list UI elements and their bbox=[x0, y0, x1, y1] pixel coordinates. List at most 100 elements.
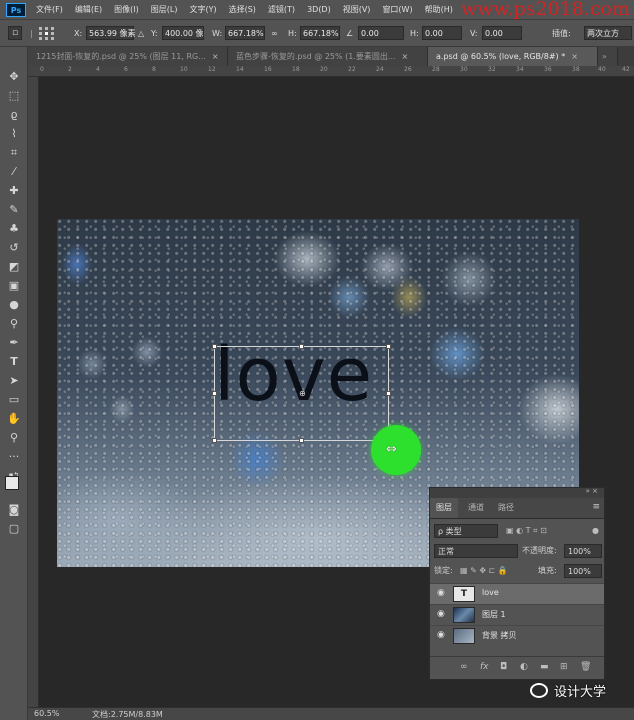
foreground-color-swatch[interactable] bbox=[5, 476, 19, 490]
vskew-field[interactable]: 0.00 bbox=[482, 26, 522, 40]
add-mask-icon[interactable]: ◘ bbox=[500, 662, 507, 672]
close-icon[interactable]: × bbox=[402, 52, 409, 61]
fill-field[interactable]: 100% bbox=[564, 564, 602, 578]
collapse-icon[interactable]: » × bbox=[586, 487, 598, 495]
zoom-tool-icon[interactable]: ⚲ bbox=[6, 430, 22, 446]
quick-mask-icon[interactable]: ◙ bbox=[6, 502, 22, 518]
ruler-tick: 2 bbox=[68, 66, 72, 73]
tab-paths[interactable]: 路径 bbox=[492, 498, 520, 518]
quick-select-tool-icon[interactable]: ⌇ bbox=[6, 126, 22, 142]
pen-tool-icon[interactable]: ✒ bbox=[6, 335, 22, 351]
layer-row-background-copy[interactable]: ◉ 背景 拷贝 bbox=[430, 625, 604, 646]
history-brush-tool-icon[interactable]: ↺ bbox=[6, 240, 22, 256]
close-icon[interactable]: × bbox=[571, 52, 578, 61]
screen-mode-icon[interactable]: ▢ bbox=[6, 521, 22, 537]
lock-label: 锁定: bbox=[434, 566, 453, 575]
layer-row-love[interactable]: ◉ T love bbox=[430, 583, 604, 604]
h-field[interactable]: 667.18% bbox=[300, 26, 340, 40]
reference-point-icon[interactable]: ⊕ bbox=[299, 390, 306, 398]
layer-filter-input[interactable]: ρ 类型 bbox=[434, 524, 498, 538]
transform-handle[interactable] bbox=[212, 391, 217, 396]
tabs-overflow-icon[interactable]: » bbox=[598, 47, 618, 66]
eraser-tool-icon[interactable]: ◩ bbox=[6, 259, 22, 275]
menu-window[interactable]: 窗口(W) bbox=[376, 4, 418, 15]
panel-titlebar[interactable]: » × bbox=[430, 487, 604, 498]
eyedropper-tool-icon[interactable]: ⁄ bbox=[6, 164, 22, 180]
type-tool-icon[interactable]: T bbox=[6, 354, 22, 370]
zoom-level[interactable]: 60.5% bbox=[34, 709, 59, 718]
horizontal-ruler[interactable]: 0 2 4 6 8 10 12 14 16 18 20 22 24 26 28 … bbox=[28, 66, 634, 77]
y-field[interactable]: 400.00 像 bbox=[162, 26, 204, 40]
menu-image[interactable]: 图像(I) bbox=[108, 4, 145, 15]
rectangle-tool-icon[interactable]: ▭ bbox=[6, 392, 22, 408]
transform-handle[interactable] bbox=[212, 438, 217, 443]
y-label: Y: bbox=[151, 29, 158, 38]
w-field[interactable]: 667.18% bbox=[225, 26, 265, 40]
lock-icons[interactable]: ▦ ✎ ✥ ⊏ 🔒 bbox=[460, 564, 508, 578]
path-selection-tool-icon[interactable]: ➤ bbox=[6, 373, 22, 389]
ruler-tick: 8 bbox=[152, 66, 156, 73]
tools-panel: ✥ ⬚ ϱ ⌇ ⌗ ⁄ ✚ ✎ ♣ ↺ ◩ ▣ ● ⚲ ✒ T ➤ ▭ ✋ ⚲ … bbox=[0, 47, 28, 720]
ruler-tick: 14 bbox=[236, 66, 244, 73]
filter-toggle-icon[interactable]: ● bbox=[592, 524, 599, 538]
transform-handle[interactable] bbox=[212, 344, 217, 349]
new-group-icon[interactable]: ▬ bbox=[540, 662, 549, 672]
tab-channels[interactable]: 通道 bbox=[462, 498, 490, 518]
hskew-field[interactable]: 0.00 bbox=[422, 26, 462, 40]
menu-layer[interactable]: 图层(L) bbox=[145, 4, 184, 15]
transform-handle[interactable] bbox=[299, 438, 304, 443]
healing-brush-tool-icon[interactable]: ✚ bbox=[6, 183, 22, 199]
angle-field[interactable]: 0.00 bbox=[358, 26, 404, 40]
reference-point-icon[interactable] bbox=[38, 26, 60, 40]
vertical-ruler[interactable] bbox=[28, 77, 39, 707]
blur-tool-icon[interactable]: ● bbox=[6, 297, 22, 313]
menu-view[interactable]: 视图(V) bbox=[337, 4, 377, 15]
layer-style-icon[interactable]: fx bbox=[480, 662, 489, 672]
menu-filter[interactable]: 滤镜(T) bbox=[262, 4, 301, 15]
transform-handle[interactable] bbox=[386, 344, 391, 349]
visibility-eye-icon[interactable]: ◉ bbox=[437, 588, 445, 598]
ruler-tick: 20 bbox=[320, 66, 328, 73]
tab-layers[interactable]: 图层 bbox=[430, 498, 458, 518]
marquee-tool-icon[interactable]: ⬚ bbox=[6, 88, 22, 104]
opacity-field[interactable]: 100% bbox=[564, 544, 602, 558]
delete-layer-icon[interactable]: 🗑 bbox=[580, 662, 591, 672]
menu-edit[interactable]: 编辑(E) bbox=[69, 4, 108, 15]
new-layer-icon[interactable]: ⊞ bbox=[560, 662, 568, 672]
link-layers-icon[interactable]: ∞ bbox=[460, 662, 468, 672]
close-icon[interactable]: × bbox=[212, 52, 219, 61]
layer-row-layer1[interactable]: ◉ 图层 1 bbox=[430, 604, 604, 625]
visibility-eye-icon[interactable]: ◉ bbox=[437, 630, 445, 640]
move-tool-icon[interactable]: ✥ bbox=[6, 69, 22, 85]
hand-tool-icon[interactable]: ✋ bbox=[6, 411, 22, 427]
tab-document-2[interactable]: 蓝色步骤-恢复的.psd @ 25% (1.要素圆出... × bbox=[228, 47, 428, 66]
photoshop-logo-icon[interactable]: Ps bbox=[6, 2, 26, 17]
menu-select[interactable]: 选择(S) bbox=[223, 4, 262, 15]
brush-tool-icon[interactable]: ✎ bbox=[6, 202, 22, 218]
adjustment-layer-icon[interactable]: ◐ bbox=[520, 662, 528, 672]
menu-file[interactable]: 文件(F) bbox=[30, 4, 69, 15]
link-icon[interactable]: ∞ bbox=[271, 27, 278, 40]
transform-bounding-box[interactable]: ⊕ bbox=[212, 344, 391, 443]
transform-tool-icon[interactable]: ▫ bbox=[8, 26, 22, 40]
dodge-tool-icon[interactable]: ⚲ bbox=[6, 316, 22, 332]
visibility-eye-icon[interactable]: ◉ bbox=[437, 609, 445, 619]
panel-menu-icon[interactable]: ≡ bbox=[592, 502, 600, 512]
transform-handle[interactable] bbox=[386, 391, 391, 396]
menu-type[interactable]: 文字(Y) bbox=[183, 4, 222, 15]
x-field[interactable]: 563.99 像素 bbox=[86, 26, 136, 40]
gradient-tool-icon[interactable]: ▣ bbox=[6, 278, 22, 294]
tab-document-1[interactable]: 1215封面-恢复的.psd @ 25% (图层 11, RG... × bbox=[28, 47, 228, 66]
lasso-tool-icon[interactable]: ϱ bbox=[6, 107, 22, 123]
blend-mode-select[interactable]: 正常 bbox=[434, 544, 518, 558]
menu-3d[interactable]: 3D(D) bbox=[301, 5, 337, 14]
filter-type-icons[interactable]: ▣ ◐ T ⌗ ⊡ bbox=[506, 524, 547, 538]
relative-position-icon[interactable]: △ bbox=[138, 27, 144, 40]
more-tools-icon[interactable]: ··· bbox=[6, 449, 22, 465]
menu-help[interactable]: 帮助(H) bbox=[419, 4, 459, 15]
clone-stamp-tool-icon[interactable]: ♣ bbox=[6, 221, 22, 237]
crop-tool-icon[interactable]: ⌗ bbox=[6, 145, 22, 161]
interpolation-select[interactable]: 两次立方 bbox=[584, 26, 632, 40]
transform-handle[interactable] bbox=[299, 344, 304, 349]
tab-document-active[interactable]: a.psd @ 60.5% (love, RGB/8#) * × bbox=[428, 47, 598, 66]
